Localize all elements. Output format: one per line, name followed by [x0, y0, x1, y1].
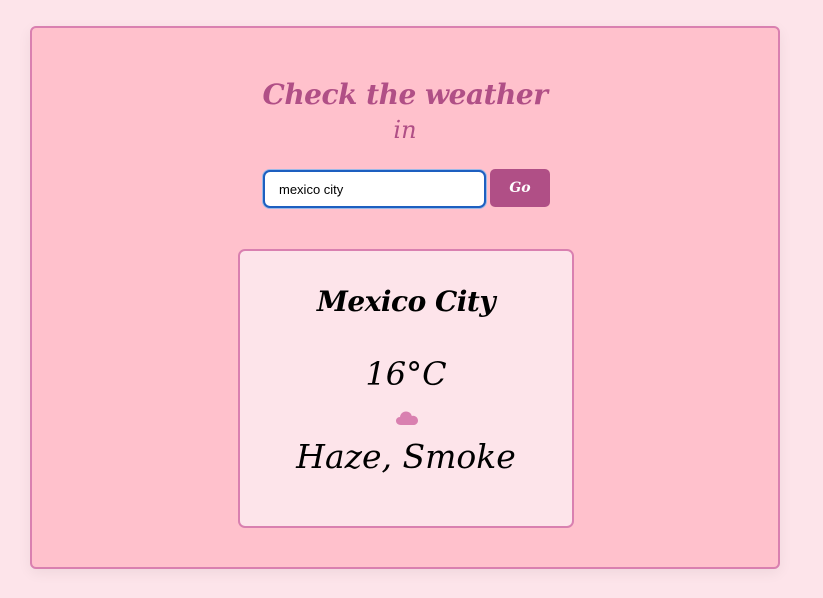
- city-search-input[interactable]: [263, 170, 486, 208]
- weather-description: Haze, Smoke: [296, 437, 516, 476]
- weather-app-panel: Check the weather in Go Mexico City 16°C…: [30, 26, 780, 569]
- weather-card: Mexico City 16°C Haze, Smoke: [238, 249, 574, 528]
- page-title: Check the weather: [262, 78, 548, 111]
- city-name: Mexico City: [316, 285, 496, 318]
- temperature: 16°C: [365, 355, 447, 393]
- go-button[interactable]: Go: [490, 169, 550, 207]
- page-subtitle: in: [393, 116, 417, 144]
- cloud-icon: [396, 411, 418, 425]
